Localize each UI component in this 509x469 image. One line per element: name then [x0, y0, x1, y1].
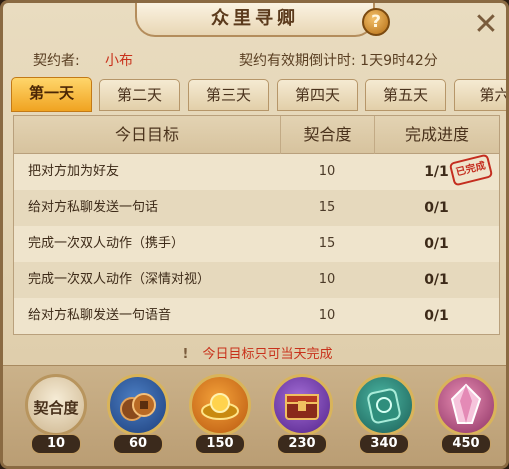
jade-plaque-icon[interactable] — [353, 374, 415, 436]
table-row: 完成一次双人动作（深情对视） 10 0/1 — [14, 262, 499, 298]
tab-day-1[interactable]: 第一天 — [11, 77, 92, 112]
daily-notice: ! 今日目标只可当天完成 — [3, 343, 506, 363]
reward-threshold: 340 — [359, 434, 409, 454]
table-row: 给对方私聊发送一句话 15 0/1 — [14, 190, 499, 226]
table-row: 完成一次双人动作（携手） 15 0/1 — [14, 226, 499, 262]
tab-day-3[interactable]: 第三天 — [188, 79, 269, 111]
reward-tier[interactable]: 150 — [187, 374, 253, 466]
affinity-value: 10 — [31, 434, 81, 454]
day-tabs: 第一天 第二天 第三天 第四天 第五天 第六 — [11, 77, 506, 113]
row-progress: 0/1 — [424, 200, 449, 216]
row-goal: 完成一次双人动作（深情对视） — [28, 272, 211, 287]
tab-day-2[interactable]: 第二天 — [99, 79, 180, 111]
goal-table: 今日目标 契合度 完成进度 把对方加为好友 10 1/1 已完成 给对方私聊发送… — [13, 115, 500, 335]
reward-threshold: 230 — [277, 434, 327, 454]
row-progress: 0/1 — [424, 272, 449, 288]
panel-title: 众里寻卿 — [135, 3, 375, 37]
reward-tier[interactable]: 230 — [269, 374, 335, 466]
help-icon[interactable]: ? — [362, 8, 390, 36]
close-icon[interactable]: ✕ — [471, 10, 501, 41]
row-goal: 给对方私聊发送一句语音 — [28, 308, 172, 323]
row-goal: 完成一次双人动作（携手） — [28, 236, 185, 251]
row-goal: 把对方加为好友 — [28, 164, 120, 179]
row-points: 15 — [318, 200, 336, 215]
tab-day-6[interactable]: 第六 — [454, 79, 506, 111]
table-row: 给对方私聊发送一句语音 10 0/1 — [14, 298, 499, 334]
reward-tier[interactable]: 60 — [105, 374, 171, 466]
contract-info: 契约者: 小布 契约有效期倒计时: 1天9时42分 — [25, 50, 495, 70]
header-progress: 完成进度 — [374, 116, 499, 154]
owner-name: 小布 — [105, 53, 133, 69]
affinity-orb: 契合度 — [25, 374, 87, 436]
contract-countdown: 契约有效期倒计时: 1天9时42分 — [239, 53, 438, 69]
reward-threshold: 450 — [441, 434, 491, 454]
reward-bar: 契合度 10 60 150 230 340 450 — [3, 365, 506, 466]
reward-threshold: 60 — [113, 434, 163, 454]
gold-ingot-icon[interactable] — [189, 374, 251, 436]
row-points: 10 — [318, 272, 336, 287]
affinity-total: 契合度 10 — [23, 374, 89, 466]
reward-tier[interactable]: 450 — [433, 374, 499, 466]
owner-label: 契约者: — [33, 53, 80, 69]
tab-day-5[interactable]: 第五天 — [365, 79, 446, 111]
header-goal: 今日目标 — [114, 125, 179, 144]
table-row: 把对方加为好友 10 1/1 已完成 — [14, 153, 499, 190]
row-goal: 给对方私聊发送一句话 — [28, 200, 159, 215]
coins-icon[interactable] — [107, 374, 169, 436]
row-progress: 0/1 — [424, 308, 449, 324]
row-progress: 0/1 — [424, 236, 449, 252]
row-points: 15 — [318, 236, 336, 251]
row-points: 10 — [318, 164, 336, 179]
header-points: 契合度 — [280, 116, 374, 154]
tab-day-4[interactable]: 第四天 — [277, 79, 358, 111]
treasure-chest-icon[interactable] — [271, 374, 333, 436]
notice-text: 今日目标只可当天完成 — [202, 347, 333, 362]
warning-icon: ! — [182, 347, 189, 362]
reward-threshold: 150 — [195, 434, 245, 454]
row-points: 10 — [318, 308, 336, 323]
reward-tier[interactable]: 340 — [351, 374, 417, 466]
table-header: 今日目标 契合度 完成进度 — [14, 116, 499, 154]
crystal-icon[interactable] — [435, 374, 497, 436]
affinity-label: 契合度 — [33, 399, 79, 417]
contract-panel: 众里寻卿 ? ✕ 契约者: 小布 契约有效期倒计时: 1天9时42分 第一天 第… — [0, 0, 509, 469]
